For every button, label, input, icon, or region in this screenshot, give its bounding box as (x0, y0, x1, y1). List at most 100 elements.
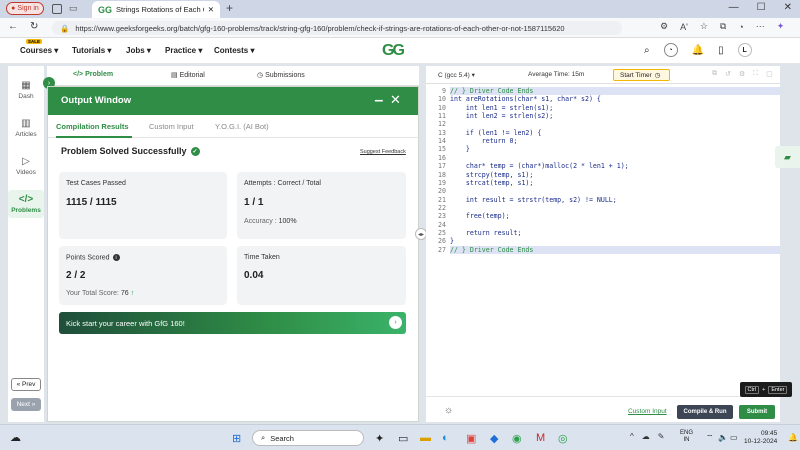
copy-icon[interactable]: ⧉ (712, 70, 717, 78)
weather-icon[interactable]: ☁ (10, 431, 21, 444)
app-icon[interactable]: ◆ (490, 432, 498, 445)
line-number: 20 (438, 187, 446, 196)
close-icon[interactable]: ✕ (390, 92, 401, 108)
custom-input-link[interactable]: Custom Input (628, 408, 667, 415)
speaker-icon[interactable]: 🔈 (718, 433, 728, 442)
sidebar-item-videos[interactable]: ▷ Videos (8, 156, 44, 176)
gfg160-banner[interactable]: Kick start your career with GfG 160! › (59, 312, 406, 334)
taskbar-clock[interactable]: 09:45 10-12-2024 (744, 430, 777, 446)
nav-tutorials[interactable]: Tutorials ▾ (72, 46, 111, 55)
chevron-right-icon[interactable]: › (389, 316, 402, 329)
mcafee-icon[interactable]: M (536, 432, 545, 444)
editor-toolbar: C (gcc 5.4) ▾ Average Time: 15m Start Ti… (426, 66, 780, 84)
submit-button[interactable]: Submit (739, 405, 775, 419)
tab-compilation-results[interactable]: Compilation Results (56, 122, 129, 131)
chat-icon[interactable]: ▰ (775, 146, 800, 168)
read-aloud-icon[interactable]: Aʹ (680, 22, 688, 32)
address-bar-row: ← ↻ 🔒 https://www.geeksforgeeks.org/batc… (0, 18, 800, 38)
wifi-icon[interactable]: ⌔ (706, 433, 714, 443)
language-indicator[interactable]: ENG IN (680, 430, 693, 444)
sidebar-item-articles[interactable]: ▥ Articles (8, 118, 44, 138)
pen-icon[interactable]: ✎ (658, 432, 665, 441)
minimize-icon[interactable]: — (729, 2, 739, 13)
system-tray: ^ ☁ ✎ (630, 432, 664, 441)
sidebar-item-problems[interactable]: </> Problems (8, 190, 44, 218)
explorer-icon[interactable]: ▭ (398, 432, 408, 445)
fullscreen-icon[interactable]: ⛶ (753, 70, 758, 78)
more-icon[interactable]: ⋯ (756, 21, 765, 32)
chrome-icon[interactable]: ◉ (512, 432, 522, 445)
info-icon[interactable]: i (112, 254, 120, 261)
close-icon[interactable]: ✕ (208, 5, 214, 14)
nav-contests[interactable]: Contests ▾ (214, 46, 254, 55)
accuracy: Accuracy : 100% (244, 218, 297, 225)
signin-button[interactable]: ● Sign in (6, 2, 44, 15)
battery-icon[interactable]: ▭ (730, 433, 738, 442)
tab-custom-input[interactable]: Custom Input (149, 122, 194, 131)
refresh-icon[interactable]: ↻ (30, 21, 38, 32)
browser-tab-active[interactable]: GG Strings Rotations of Each Other | ...… (92, 1, 220, 18)
editor-footer: ☼ Custom Input Compile & Run Submit (426, 396, 780, 422)
prev-button[interactable]: « Prev (11, 378, 41, 391)
lightbulb-icon[interactable]: ☼ (444, 405, 453, 416)
copilot-app-icon[interactable]: ✦ (375, 432, 384, 445)
favorites-icon[interactable]: ☆ (700, 21, 708, 32)
windows-start-icon[interactable]: ⊞ (232, 432, 241, 445)
compile-run-button[interactable]: Compile & Run (677, 405, 733, 419)
collections-icon[interactable]: ⧉ (720, 21, 726, 32)
settings-icon[interactable]: ⚙ (739, 70, 745, 78)
editorial-icon: ▤ (171, 72, 180, 79)
profile-icon[interactable]: ◔ (738, 22, 743, 32)
code-line: int areRotations(char* s1, char* s2) { (450, 95, 601, 104)
close-window-icon[interactable]: ✕ (784, 2, 792, 13)
tab-title: Strings Rotations of Each Other | ... (116, 5, 204, 14)
sidebar-item-dash[interactable]: ▦ Dash (8, 80, 44, 100)
vertical-tabs-icon[interactable]: ▭ (69, 3, 78, 14)
tab-editorial[interactable]: ▤ Editorial (171, 71, 205, 79)
avatar[interactable]: L (737, 43, 752, 57)
points-label: Points Scored i (66, 254, 120, 262)
taskbar-search[interactable]: ⌕ Search (252, 430, 364, 446)
line-number: 18 (438, 170, 446, 179)
new-tab-button[interactable]: + (226, 1, 233, 15)
whatsapp-icon[interactable]: ◎ (558, 432, 568, 445)
expand-icon[interactable]: ▢ (766, 70, 773, 78)
gfg-logo[interactable]: GG (382, 42, 405, 60)
line-number: 14 (438, 137, 446, 146)
bell-icon[interactable]: 🔔 (692, 45, 704, 56)
chevron-up-icon[interactable]: ^ (630, 432, 634, 441)
notification-bell-icon[interactable]: 🔔 (788, 433, 798, 442)
edge-icon[interactable]: ◐ (442, 432, 449, 444)
timer-icon: ◷ (654, 72, 661, 79)
copilot-icon[interactable]: ✦ (777, 21, 785, 32)
line-number: 10 (438, 103, 446, 112)
nav-practice[interactable]: Practice ▾ (165, 46, 202, 55)
tab-problem[interactable]: </> Problem (73, 71, 113, 78)
arrow-up-icon: ↑ (130, 290, 135, 297)
card-points: Points Scored i 2 / 2 Your Total Score: 7… (59, 246, 227, 305)
extensions-icon[interactable]: ⚙ (660, 21, 668, 32)
cloud-icon[interactable]: ☁ (642, 432, 650, 441)
nav-courses[interactable]: Courses ▾ (20, 46, 58, 55)
suggest-feedback-link[interactable]: Suggest Feedback (360, 149, 406, 155)
bookmark-icon[interactable]: ▯ (718, 45, 724, 56)
reset-icon[interactable]: ↺ (725, 70, 731, 78)
minimize-icon[interactable]: ▁ (375, 91, 383, 102)
line-number: 15 (438, 145, 446, 154)
tab-yogi-bot[interactable]: Y.O.G.I. (AI Bot) (215, 122, 269, 131)
code-editor[interactable]: 9 // } Driver Code Ends 10 int areRotations… (426, 84, 780, 396)
back-arrow-icon[interactable]: ← (8, 21, 18, 32)
language-select[interactable]: C (gcc 5.4) ▾ (438, 71, 475, 79)
next-button[interactable]: Next » (11, 398, 41, 411)
nav-jobs[interactable]: Jobs ▾ (126, 46, 151, 55)
tab-submissions[interactable]: ◷ Submissions (257, 71, 305, 79)
code-line: free(temp); (450, 212, 510, 221)
store-icon[interactable]: ▣ (466, 432, 476, 445)
streak-icon[interactable]: ◔ (663, 43, 678, 57)
maximize-icon[interactable]: ☐ (757, 2, 766, 13)
url-field[interactable]: 🔒 https://www.geeksforgeeks.org/batch/gf… (52, 21, 622, 35)
start-timer-button[interactable]: Start Timer ◷ (613, 69, 670, 81)
tab-actions-icon[interactable] (52, 4, 62, 14)
search-icon[interactable]: ⌕ (644, 45, 650, 56)
folder-icon[interactable]: ▬ (420, 432, 431, 444)
